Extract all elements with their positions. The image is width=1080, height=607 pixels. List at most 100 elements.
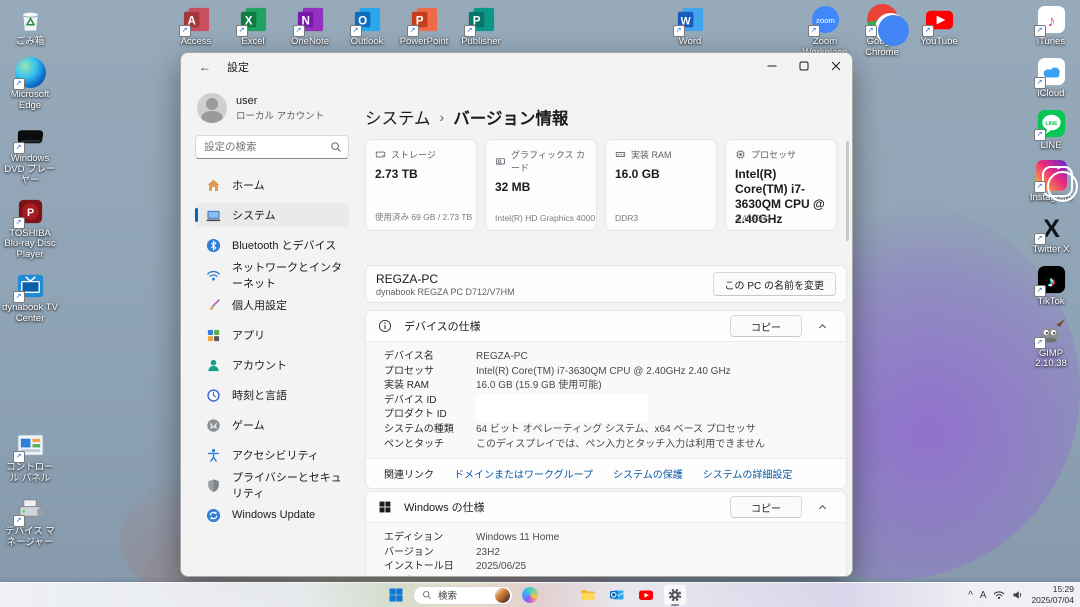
recycle-bin-icon: [15, 4, 46, 35]
taskbar-app-button[interactable]: [663, 584, 687, 606]
copy-button[interactable]: コピー: [730, 496, 802, 518]
desktop-icon[interactable]: zoom Zoom Workplace: [797, 4, 853, 59]
minimize-button[interactable]: [756, 53, 788, 79]
desktop-right-column: ♪ iTunes iCloud LINE LINE Instagram X Tw…: [1023, 4, 1079, 378]
close-button[interactable]: [820, 53, 852, 79]
sidebar-item[interactable]: ネットワークとインターネット: [195, 263, 349, 287]
related-link[interactable]: システムの詳細設定: [703, 466, 793, 481]
desktop-icon[interactable]: Instagram: [1023, 160, 1079, 204]
desktop-icon[interactable]: P Publisher: [453, 4, 509, 59]
spec-label: プロダクト ID: [384, 408, 476, 423]
rename-pc-button[interactable]: この PC の名前を変更: [713, 272, 836, 296]
breadcrumb-parent[interactable]: システム: [365, 105, 431, 129]
sidebar-item-label: アカウント: [232, 357, 287, 373]
desktop-icon[interactable]: コントロール パネル: [2, 430, 58, 485]
taskbar-app-button[interactable]: [547, 584, 571, 606]
related-link[interactable]: ドメインまたはワークグループ: [454, 466, 593, 481]
card-value: 32 MB: [495, 180, 587, 195]
bluetooth-icon: [206, 238, 221, 253]
desktop-icon[interactable]: A Access: [168, 4, 224, 59]
taskbar-app-button[interactable]: [634, 584, 658, 606]
desktop-icon[interactable]: iCloud: [1023, 56, 1079, 100]
excel-icon: X: [238, 4, 269, 35]
spec-label: バージョン: [384, 546, 476, 561]
desktop-icon[interactable]: Microsoft Edge: [2, 57, 58, 112]
spec-label: ペンとタッチ: [384, 438, 476, 453]
desktop-icon-label: Word: [679, 37, 702, 48]
taskbar-search[interactable]: 検索: [413, 586, 513, 605]
desktop-icon-label: iTunes: [1037, 37, 1065, 48]
desktop-icon[interactable]: P PowerPoint: [396, 4, 452, 59]
desktop-icon[interactable]: dynabook TV Center: [2, 270, 58, 325]
pc-name: REGZA-PC: [376, 272, 515, 286]
desktop-icon[interactable]: O Outlook: [339, 4, 395, 59]
copy-button[interactable]: コピー: [730, 315, 802, 337]
desktop-icon-label: YouTube: [920, 37, 957, 48]
sidebar-item[interactable]: Windows Update: [195, 503, 349, 527]
wifi-icon[interactable]: [993, 589, 1005, 601]
settings-search-input[interactable]: [195, 135, 349, 159]
desktop-icon[interactable]: X Excel: [225, 4, 281, 59]
sidebar-item[interactable]: アプリ: [195, 323, 349, 347]
back-button[interactable]: ←: [193, 57, 217, 77]
spec-label: システムの種類: [384, 423, 476, 438]
sidebar-item[interactable]: ホーム: [195, 173, 349, 197]
hidden-icons-chevron[interactable]: ^: [968, 590, 973, 601]
spec-row: プロセッサ Intel(R) Core(TM) i7-3630QM CPU @ …: [384, 365, 834, 380]
device-spec-header[interactable]: デバイスの仕様 コピー: [366, 311, 846, 341]
desktop-icon-label: Microsoft Edge: [2, 90, 58, 112]
sidebar-item[interactable]: 個人用設定: [195, 293, 349, 317]
chevron-up-icon[interactable]: [808, 315, 836, 337]
start-button[interactable]: [384, 584, 408, 606]
volume-icon[interactable]: [1012, 589, 1024, 601]
desktop-icon[interactable]: Windows DVD プレーヤー: [2, 121, 58, 187]
desktop-icon[interactable]: ♪♪♪ TikTok: [1023, 264, 1079, 308]
summary-card: グラフィックス カード 32 MB Intel(R) HD Graphics 4…: [485, 139, 597, 231]
bing-daily-image[interactable]: [495, 588, 510, 603]
taskbar-app-button[interactable]: [605, 584, 629, 606]
desktop-icon[interactable]: X Twitter X: [1023, 212, 1079, 256]
sidebar-item[interactable]: Bluetooth とデバイス: [195, 233, 349, 257]
desktop-icon[interactable]: YouTube: [911, 4, 967, 59]
desktop-icon[interactable]: GIMP 2.10.38: [1023, 316, 1079, 371]
spec-value: [476, 408, 648, 422]
svg-text:P: P: [26, 206, 33, 218]
control-panel-icon: [15, 430, 46, 461]
desktop-icon[interactable]: デバイス マネージャー: [2, 494, 58, 549]
desktop-icon[interactable]: ♪ iTunes: [1023, 4, 1079, 48]
windows-spec-header[interactable]: Windows の仕様 コピー: [366, 492, 846, 522]
sidebar-item[interactable]: アカウント: [195, 353, 349, 377]
clock[interactable]: 15:29 2025/07/04: [1031, 584, 1074, 605]
desktop-icon[interactable]: P TOSHIBA Blu-ray Disc Player: [2, 196, 58, 262]
system-icon: [206, 208, 221, 223]
scrollbar[interactable]: [846, 141, 849, 241]
desktop-icon[interactable]: Google Chrome: [854, 4, 910, 59]
zoom-icon: zoom: [810, 4, 841, 35]
taskbar-app-button[interactable]: [518, 584, 542, 606]
sidebar-item[interactable]: ゲーム: [195, 413, 349, 437]
desktop-icon[interactable]: N OneNote: [282, 4, 338, 59]
device-spec-rows: デバイス名 REGZA-PC プロセッサ Intel(R) Core(TM) i…: [366, 341, 846, 458]
sidebar-item[interactable]: プライバシーとセキュリティ: [195, 473, 349, 497]
main-content: システム › バージョン情報 ストレージ 2.73 TB 使用済み 69 GB …: [359, 81, 852, 576]
user-account[interactable]: user ローカル アカウント: [197, 93, 349, 123]
desktop-icon[interactable]: ごみ箱: [2, 4, 58, 48]
sidebar-item[interactable]: アクセシビリティ: [195, 443, 349, 467]
folder-icon: [580, 587, 596, 603]
svg-text:zoom: zoom: [816, 16, 835, 25]
spec-row: エディション Windows 11 Home: [384, 531, 834, 546]
desktop-icon[interactable]: LINE LINE: [1023, 108, 1079, 152]
desktop-icon[interactable]: W Word: [662, 4, 718, 59]
svg-text:P: P: [472, 14, 480, 27]
chevron-up-icon[interactable]: [808, 496, 836, 518]
taskbar-app-button[interactable]: [576, 584, 600, 606]
sidebar-item[interactable]: 時刻と言語: [195, 383, 349, 407]
privacy-icon: [206, 478, 221, 493]
related-link[interactable]: システムの保護: [613, 466, 683, 481]
ime-indicator[interactable]: A: [980, 590, 987, 601]
spec-label: デバイス名: [384, 350, 476, 365]
sidebar-item[interactable]: システム: [195, 203, 349, 227]
maximize-button[interactable]: [788, 53, 820, 79]
windows-icon: [378, 500, 392, 514]
desktop-icon-label: デバイス マネージャー: [2, 527, 58, 549]
